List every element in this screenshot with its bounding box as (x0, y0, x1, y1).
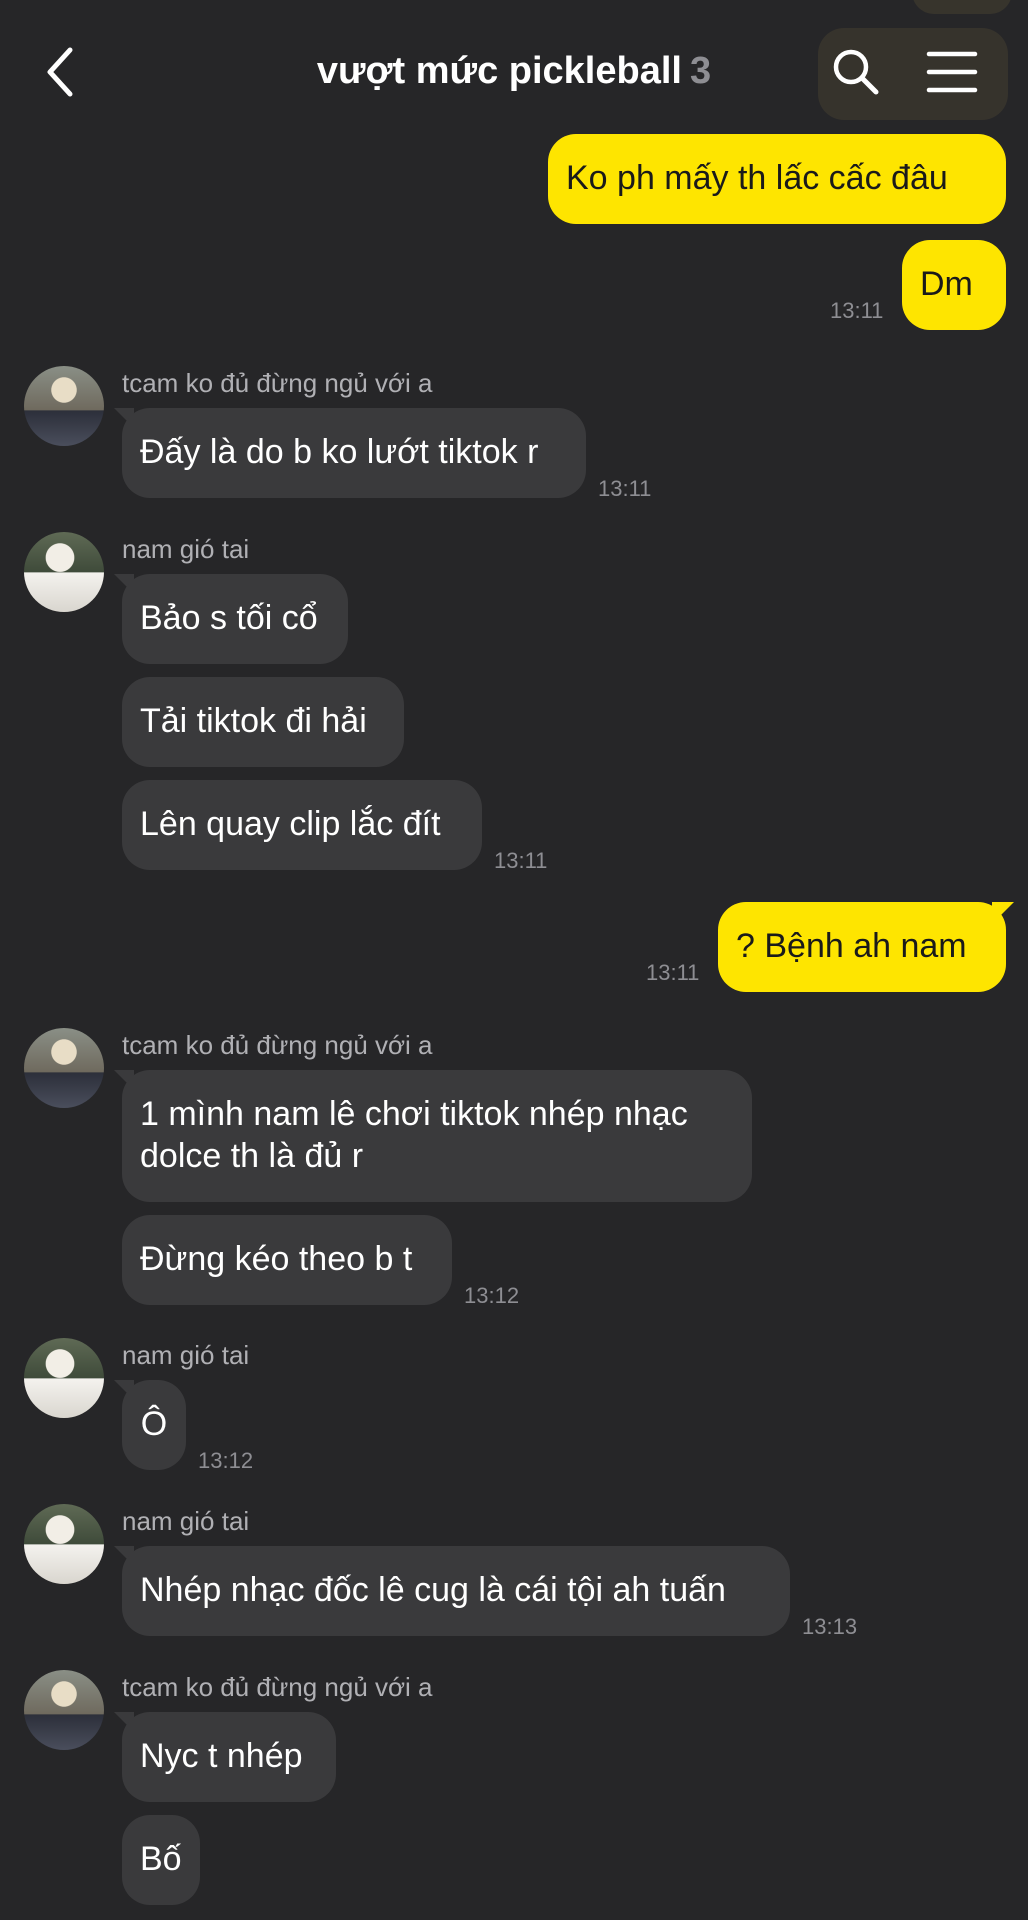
message-timestamp: 13:12 (198, 1448, 254, 1473)
sender-name: tcam ko đủ đừng ngủ với a (122, 1030, 433, 1060)
avatar[interactable] (24, 366, 104, 446)
message-text: Bố (140, 1840, 182, 1878)
menu-button[interactable] (926, 50, 978, 94)
message-text: Đấy là do b ko lướt tiktok r (140, 433, 539, 471)
message-text: Tải tiktok đi hải (140, 702, 367, 740)
incoming-message-bubble[interactable]: Nhép nhạc đốc lê cug là cái tội ah tuấn (122, 1546, 790, 1636)
avatar[interactable] (24, 1338, 104, 1418)
incoming-message-bubble[interactable]: 1 mình nam lê chơi tiktok nhép nhạc dolc… (122, 1070, 752, 1202)
message-text-line: dolce th là đủ r (140, 1137, 364, 1175)
sender-name: nam gió tai (122, 534, 250, 564)
message-text: Bảo s tối cổ (140, 599, 318, 637)
outgoing-message-bubble[interactable]: ? Bệnh ah nam (718, 902, 1006, 992)
message-timestamp: 13:11 (646, 960, 700, 985)
outgoing-message-bubble[interactable]: Ko ph mấy th lấc cấc đâu (548, 134, 1006, 224)
search-button[interactable] (830, 46, 882, 98)
incoming-message-bubble[interactable]: Bảo s tối cổ (122, 574, 348, 664)
message-text: Nyc t nhép (140, 1737, 303, 1775)
incoming-message-bubble[interactable]: Tải tiktok đi hải (122, 677, 404, 767)
sender-name: tcam ko đủ đừng ngủ với a (122, 1672, 433, 1702)
incoming-message-bubble[interactable]: Đấy là do b ko lướt tiktok r (122, 408, 586, 498)
member-count: 3 (689, 50, 712, 92)
incoming-message-bubble[interactable]: Đừng kéo theo b t (122, 1215, 452, 1305)
message-text: ? Bệnh ah nam (736, 927, 967, 965)
avatar[interactable] (24, 1504, 104, 1584)
sender-name: nam gió tai (122, 1340, 250, 1370)
message-text: Ko ph mấy th lấc cấc đâu (566, 159, 948, 197)
incoming-message-bubble[interactable]: Nyc t nhép (122, 1712, 336, 1802)
search-icon (833, 49, 879, 95)
sender-name: nam gió tai (122, 1506, 250, 1536)
message-text: Dm (920, 265, 973, 303)
message-timestamp: 13:11 (494, 848, 548, 873)
sender-name: tcam ko đủ đừng ngủ với a (122, 368, 433, 398)
incoming-message-bubble[interactable]: Bố (122, 1815, 200, 1905)
message-text: Lên quay clip lắc đít (140, 805, 441, 843)
outgoing-message-bubble[interactable]: Dm (902, 240, 1006, 330)
group-name: vượt mức pickleball (316, 50, 682, 92)
message-timestamp: 13:12 (464, 1283, 520, 1308)
chat-screen: vượt mức pickleball 3 Ko ph mấy th lấc cấ… (0, 0, 1028, 1920)
message-timestamp: 13:11 (598, 476, 652, 501)
message-timestamp: 13:13 (802, 1614, 858, 1639)
chat-header: vượt mức pickleball 3 (0, 0, 1028, 140)
message-timestamp: 13:11 (830, 298, 884, 323)
incoming-message-bubble[interactable]: Lên quay clip lắc đít (122, 780, 482, 870)
avatar[interactable] (24, 1028, 104, 1108)
message-text: Ô (140, 1405, 168, 1443)
message-text: Đừng kéo theo b t (140, 1240, 413, 1278)
message-text-line: 1 mình nam lê chơi tiktok nhép nhạc (140, 1095, 688, 1133)
avatar[interactable] (24, 532, 104, 612)
message-text: Nhép nhạc đốc lê cug là cái tội ah tuấn (140, 1571, 726, 1609)
avatar[interactable] (24, 1670, 104, 1750)
incoming-message-bubble[interactable]: Ô (122, 1380, 186, 1470)
hamburger-menu-icon (926, 51, 978, 93)
